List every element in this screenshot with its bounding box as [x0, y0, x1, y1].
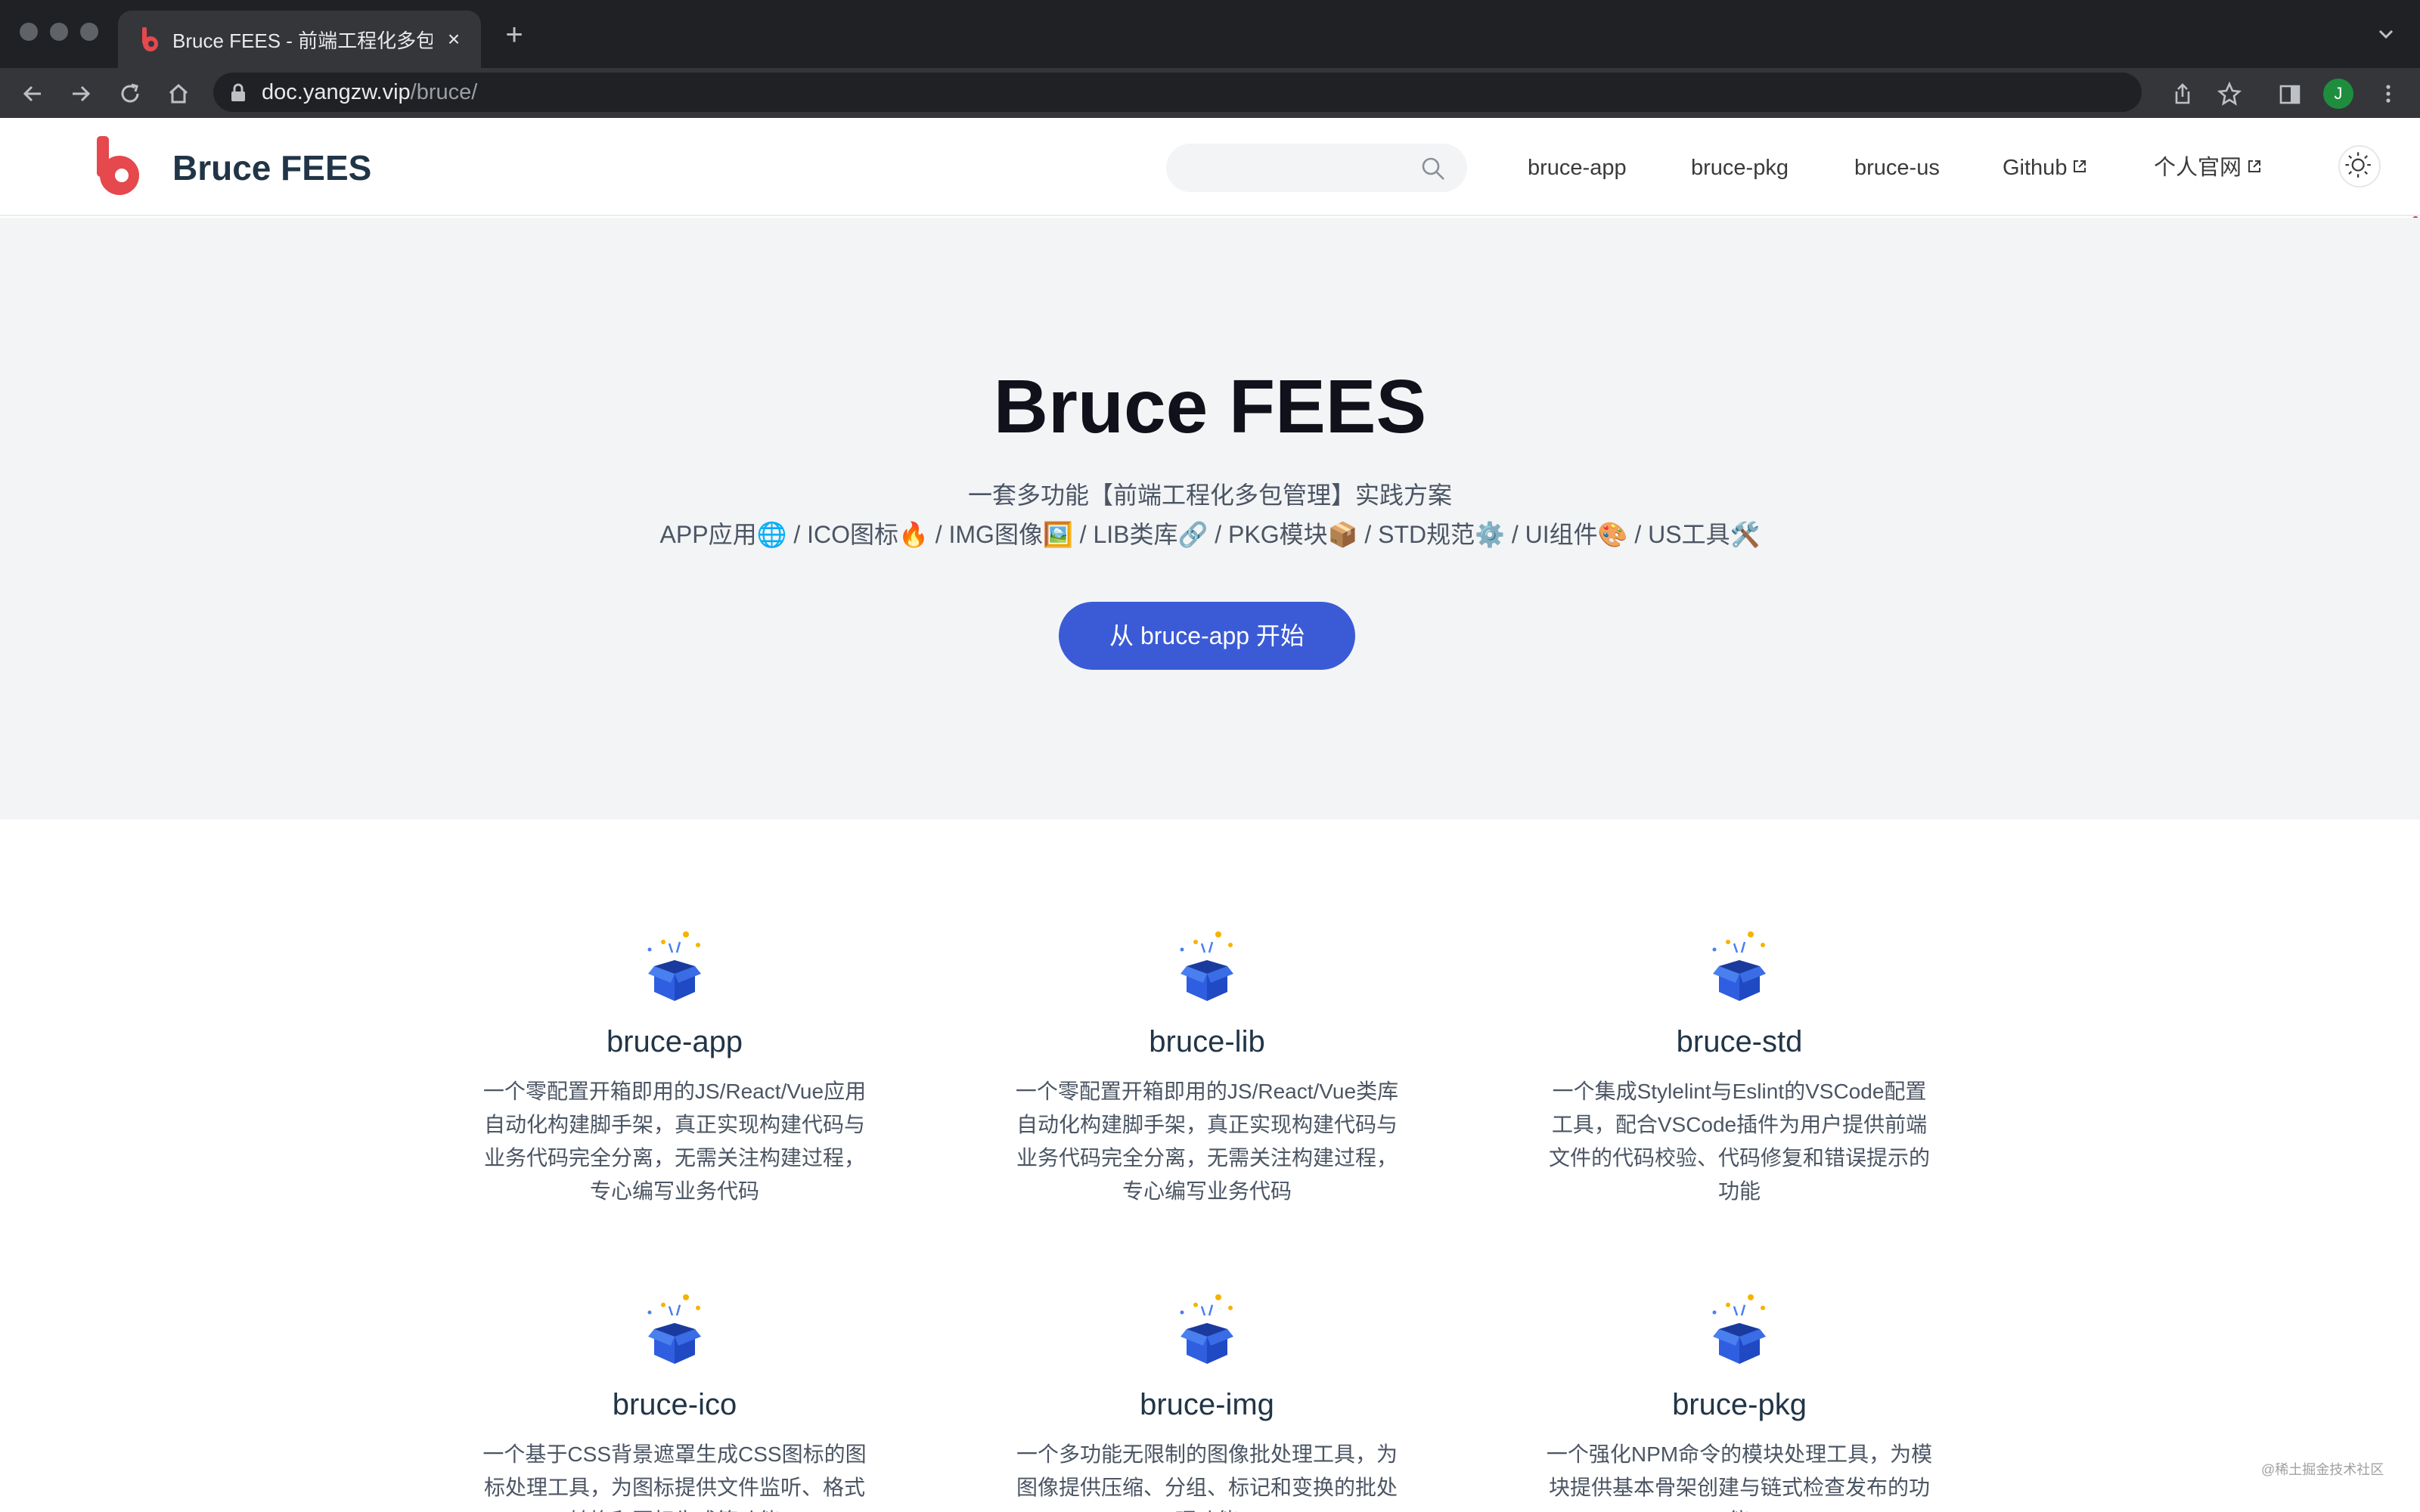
site-title[interactable]: Bruce FEES — [172, 145, 371, 191]
feature-title: bruce-img — [1140, 1388, 1274, 1421]
nav-link-github-label: Github — [2003, 156, 2068, 180]
feature-description: 一个基于CSS背景遮罩生成CSS图标的图标处理工具，为图标提供文件监听、格式转换… — [482, 1442, 867, 1512]
home-icon[interactable] — [162, 77, 195, 110]
gift-box-icon — [1712, 1294, 1766, 1364]
url-path: /bruce/ — [410, 80, 478, 104]
search-input[interactable] — [1166, 144, 1467, 192]
back-arrow-icon[interactable] — [17, 77, 50, 110]
address-bar[interactable]: doc.yangzw.vip/bruce/ — [213, 73, 2142, 112]
share-icon[interactable] — [2169, 80, 2196, 107]
feature-description: 一个强化NPM命令的模块处理工具，为模块提供基本骨架创建与链式检查发布的功能 — [1546, 1442, 1933, 1512]
profile-avatar[interactable]: J — [2323, 79, 2353, 109]
site-favicon-icon — [142, 27, 158, 51]
external-link-icon — [2248, 160, 2261, 173]
gift-box-icon — [1712, 931, 1766, 1001]
hero-section: Bruce FEES 一套多功能【前端工程化多包管理】实践方案 APP应用🌐 /… — [0, 218, 2420, 820]
feature-card-bruce-img[interactable]: bruce-img 一个多功能无限制的图像批处理工具，为图像提供压缩、分组、标记… — [995, 1290, 1419, 1512]
gift-box-icon — [1180, 931, 1233, 1001]
sun-icon — [2345, 152, 2371, 178]
hero-title: Bruce FEES — [993, 364, 1427, 449]
theme-toggle-button[interactable] — [2338, 145, 2381, 187]
url-host: doc.yangzw.vip — [262, 80, 411, 104]
feature-card-bruce-lib[interactable]: bruce-lib 一个零配置开箱即用的JS/React/Vue类库自动化构建脚… — [995, 927, 1419, 1208]
browser-tab-bar: Bruce FEES - 前端工程化多包管 × + — [0, 0, 2420, 68]
tab-title: Bruce FEES - 前端工程化多包管 — [172, 29, 433, 52]
feature-title: bruce-std — [1676, 1025, 1803, 1058]
lock-icon — [231, 83, 245, 101]
reload-icon[interactable] — [113, 77, 147, 110]
search-icon[interactable] — [1420, 156, 1446, 181]
external-link-icon — [2074, 160, 2086, 173]
window-zoom-button[interactable] — [80, 23, 98, 41]
brand-logo-icon[interactable] — [94, 133, 142, 198]
feature-card-bruce-ico[interactable]: bruce-ico 一个基于CSS背景遮罩生成CSS图标的图标处理工具，为图标提… — [463, 1290, 886, 1512]
tab-close-icon[interactable]: × — [440, 26, 467, 53]
watermark: @稀土掘金技术社区 — [2261, 1462, 2384, 1477]
feature-title: bruce-lib — [1149, 1025, 1265, 1058]
gift-box-icon — [1180, 1294, 1233, 1364]
feature-description: 一个多功能无限制的图像批处理工具，为图像提供压缩、分组、标记和变换的批处理功能 — [1016, 1442, 1398, 1512]
feature-description: 一个集成Stylelint与Eslint的VSCode配置工具，配合VSCode… — [1548, 1080, 1930, 1203]
feature-card-bruce-pkg[interactable]: bruce-pkg 一个强化NPM命令的模块处理工具，为模块提供基本骨架创建与链… — [1528, 1290, 1951, 1512]
get-started-button[interactable]: 从 bruce-app 开始 — [1059, 602, 1355, 670]
feature-title: bruce-app — [606, 1025, 743, 1058]
nav-link-personal-site[interactable]: 个人官网 — [2154, 151, 2263, 184]
window-minimize-button[interactable] — [50, 23, 68, 41]
forward-arrow-icon[interactable] — [64, 77, 97, 110]
window-close-button[interactable] — [20, 23, 38, 41]
feature-description: 一个零配置开箱即用的JS/React/Vue类库自动化构建脚手架，真正实现构建代… — [1015, 1080, 1399, 1203]
hero-modules-list: APP应用🌐 / ICO图标🔥 / IMG图像🖼️ / LIB类库🔗 / PKG… — [659, 521, 1761, 548]
browser-toolbar: doc.yangzw.vip/bruce/ J — [0, 68, 2420, 118]
nav-link-personal-site-label: 个人官网 — [2154, 156, 2242, 180]
url-text: doc.yangzw.vip/bruce/ — [262, 79, 477, 106]
feature-card-bruce-std[interactable]: bruce-std 一个集成Stylelint与Eslint的VSCode配置工… — [1528, 927, 1951, 1208]
side-panel-icon[interactable] — [2276, 80, 2304, 107]
nav-link-github[interactable]: Github — [2003, 151, 2088, 184]
feature-title: bruce-ico — [612, 1388, 737, 1421]
gift-box-icon — [647, 931, 701, 1001]
hero-subtitle: 一套多功能【前端工程化多包管理】实践方案 — [967, 482, 1452, 509]
browser-tab[interactable]: Bruce FEES - 前端工程化多包管 × — [118, 11, 481, 68]
feature-title: bruce-pkg — [1672, 1388, 1807, 1421]
browser-menu-icon[interactable] — [2375, 80, 2402, 107]
nav-link-bruce-app[interactable]: bruce-app — [1528, 151, 1627, 184]
feature-description: 一个零配置开箱即用的JS/React/Vue应用自动化构建脚手架，真正实现构建代… — [482, 1080, 867, 1203]
site-navbar: Bruce FEES bruce-app bruce-pkg bruce-us … — [0, 118, 2420, 216]
nav-link-bruce-pkg[interactable]: bruce-pkg — [1691, 151, 1789, 184]
feature-card-bruce-app[interactable]: bruce-app 一个零配置开箱即用的JS/React/Vue应用自动化构建脚… — [463, 927, 886, 1208]
gift-box-icon — [647, 1294, 701, 1364]
nav-link-bruce-us[interactable]: bruce-us — [1854, 151, 1940, 184]
bookmark-star-icon[interactable] — [2216, 80, 2243, 107]
new-tab-button[interactable]: + — [499, 20, 529, 50]
tab-search-chevron-icon[interactable] — [2375, 23, 2397, 45]
